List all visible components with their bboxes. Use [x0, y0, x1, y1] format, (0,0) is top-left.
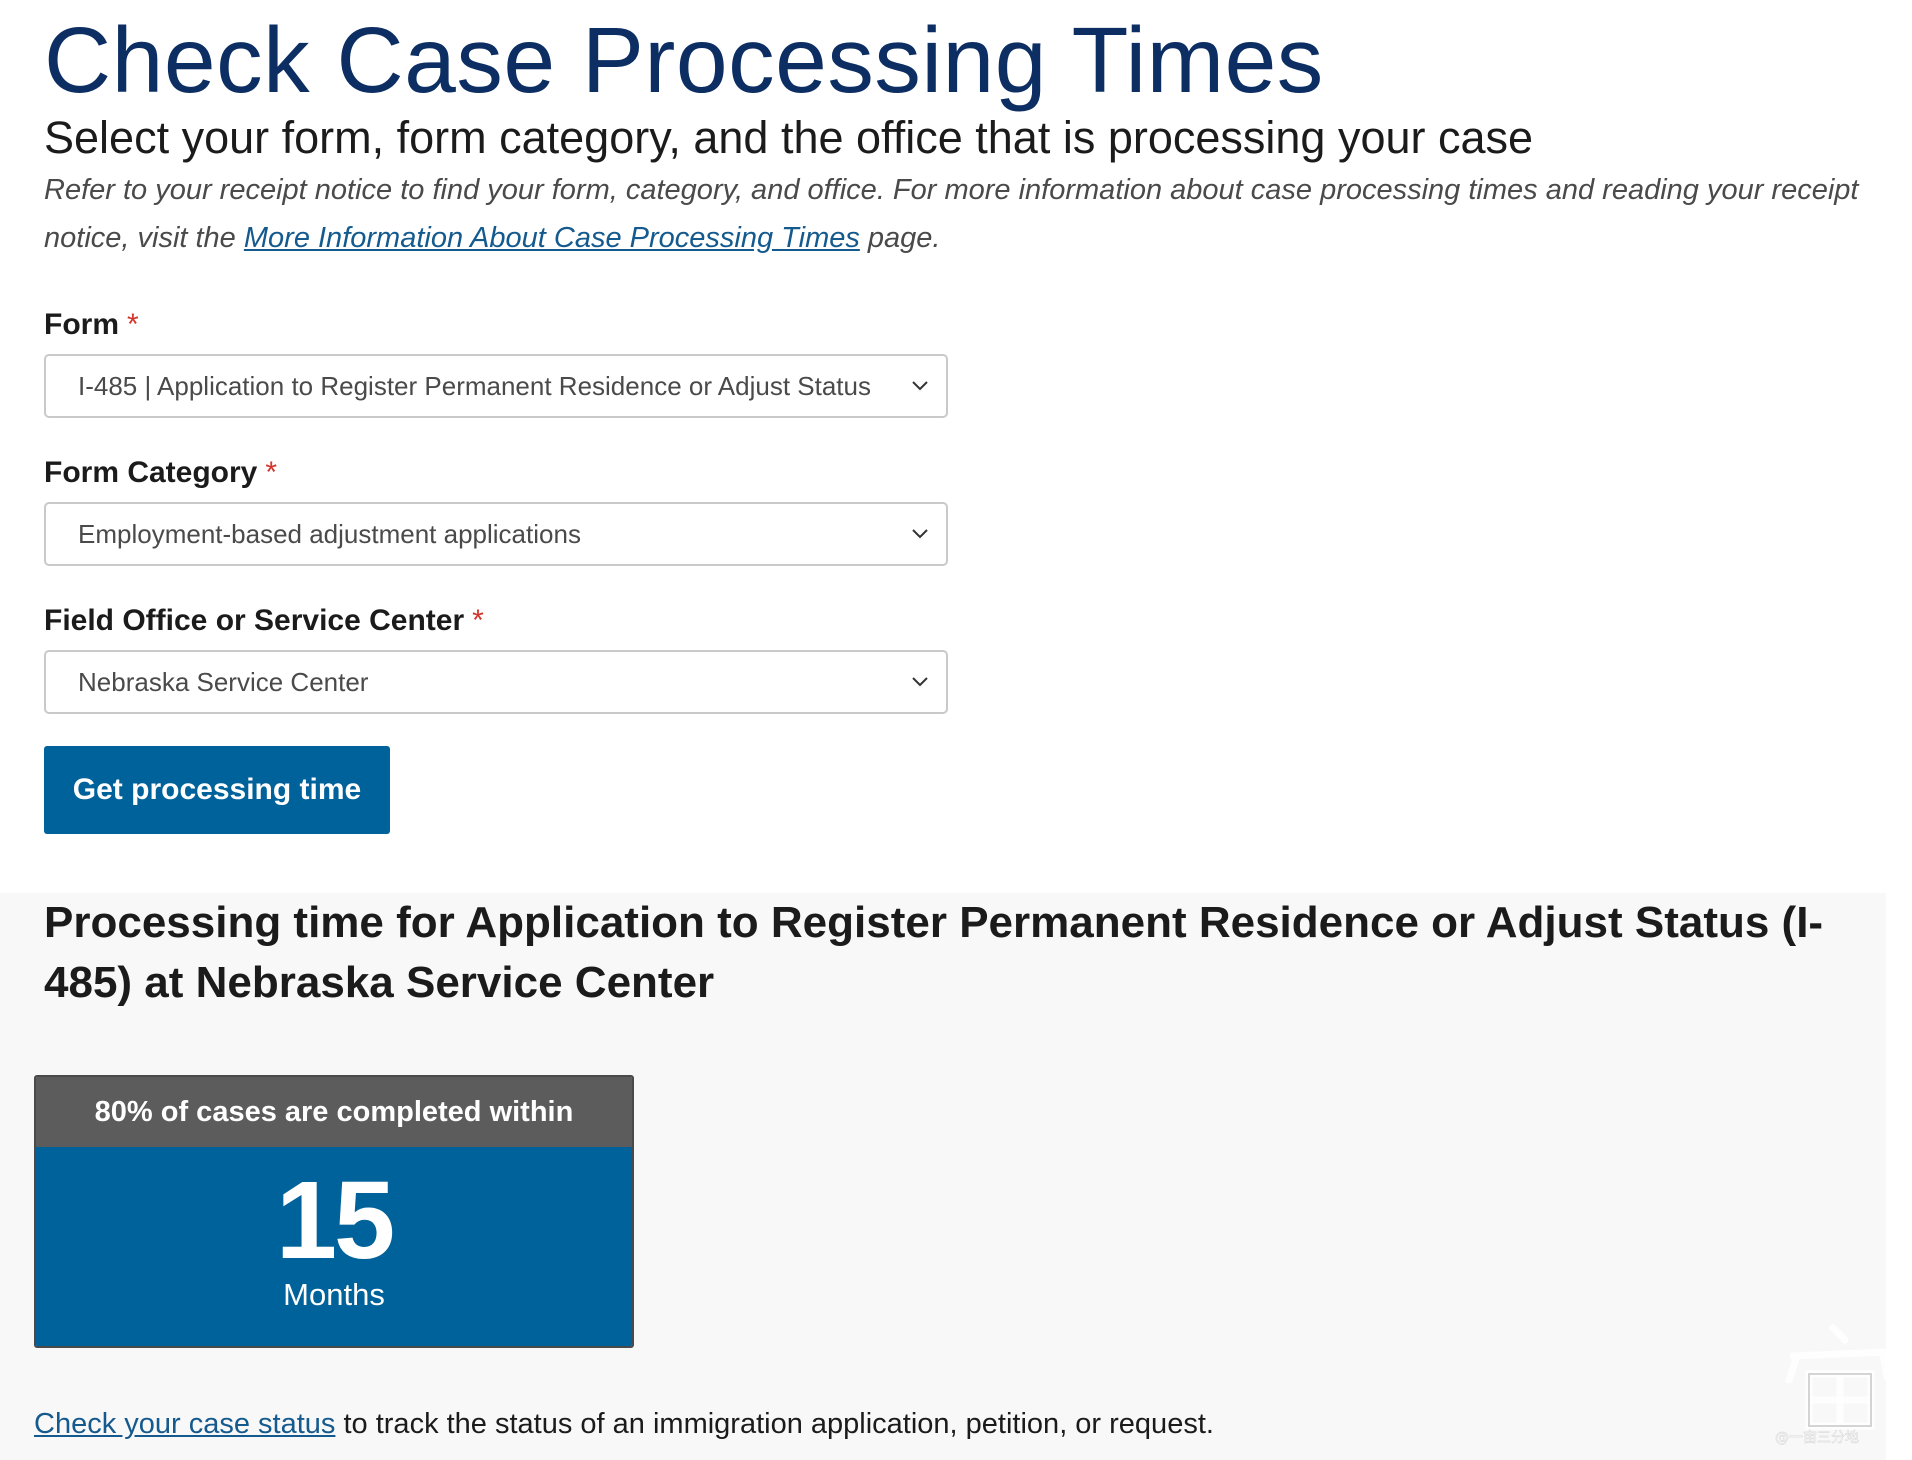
case-status-text: to track the status of an immigration ap… [335, 1408, 1214, 1440]
category-select-value: Employment-based adjustment applications [78, 519, 581, 549]
watermark-logo: @一亩三分地 [1775, 1324, 1891, 1446]
category-label-text: Form Category [44, 456, 258, 489]
case-status-line: Check your case status to track the stat… [34, 1404, 1214, 1444]
card-header: 80% of cases are completed within [36, 1077, 632, 1147]
intro-text: Refer to your receipt notice to find you… [44, 166, 1864, 262]
intro-text-after: page. [859, 222, 941, 254]
get-processing-time-button[interactable]: Get processing time [44, 746, 390, 834]
office-label-text: Field Office or Service Center [44, 604, 465, 637]
office-select-value: Nebraska Service Center [78, 667, 369, 697]
chevron-down-icon [912, 677, 928, 687]
category-select[interactable]: Employment-based adjustment applications [44, 502, 948, 566]
category-label: Form Category * [44, 456, 277, 490]
page-title: Check Case Processing Times [44, 8, 1324, 112]
form-select-value: I-485 | Application to Register Permanen… [78, 371, 871, 401]
required-asterisk: * [265, 456, 278, 489]
form-label: Form * [44, 308, 139, 342]
required-asterisk: * [472, 604, 484, 637]
form-select[interactable]: I-485 | Application to Register Permanen… [44, 354, 948, 418]
required-asterisk: * [127, 308, 139, 341]
office-label: Field Office or Service Center * [44, 604, 484, 638]
svg-text:@一亩三分地: @一亩三分地 [1775, 1429, 1859, 1446]
check-case-status-link[interactable]: Check your case status [34, 1408, 335, 1440]
processing-time-card: 80% of cases are completed within 15 Mon… [34, 1075, 634, 1348]
chevron-down-icon [912, 529, 928, 539]
result-title: Processing time for Application to Regis… [44, 898, 1824, 1007]
processing-time-unit: Months [283, 1277, 385, 1312]
chevron-down-icon [912, 381, 928, 391]
form-label-text: Form [44, 308, 119, 341]
processing-time-value: 15 [275, 1159, 395, 1282]
more-info-link[interactable]: More Information About Case Processing T… [244, 222, 860, 254]
card-body: 15 Months [36, 1147, 632, 1346]
page-subtitle: Select your form, form category, and the… [44, 112, 1534, 163]
office-select[interactable]: Nebraska Service Center [44, 650, 948, 714]
